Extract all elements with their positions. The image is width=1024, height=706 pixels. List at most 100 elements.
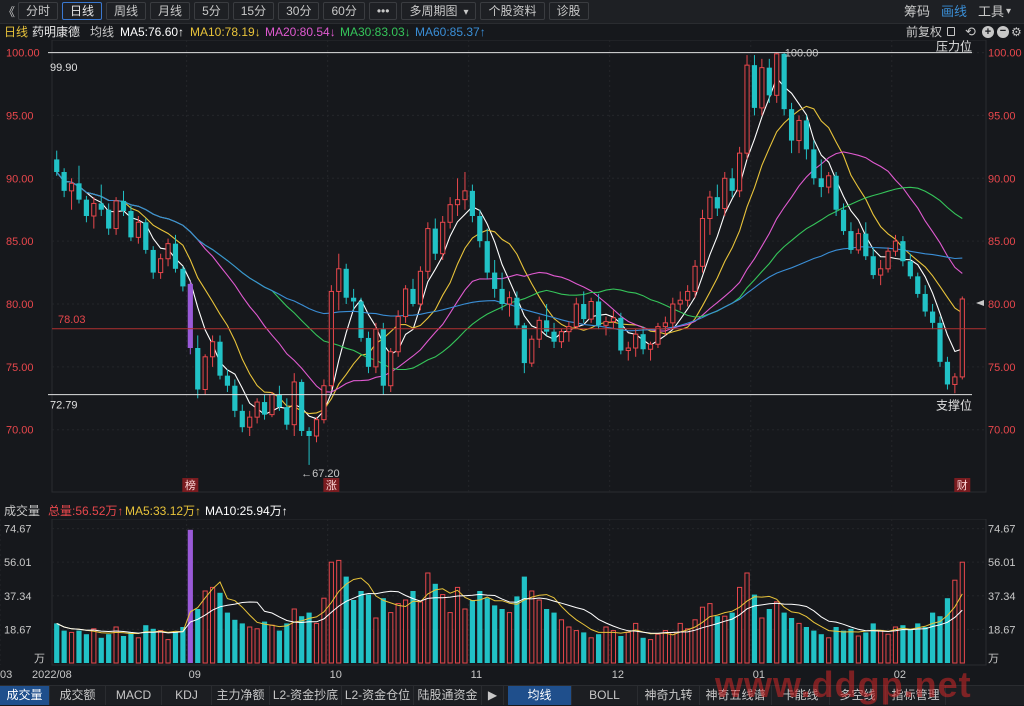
price-axis-label-right: 75.00 bbox=[988, 362, 1016, 374]
candle bbox=[284, 398, 290, 430]
volume-bar bbox=[321, 597, 327, 664]
indicator-tab[interactable]: KDJ bbox=[162, 686, 212, 705]
candle bbox=[900, 236, 906, 267]
tab-5min[interactable]: 5分 bbox=[194, 2, 229, 20]
tab-daily[interactable]: 日线 bbox=[62, 2, 103, 20]
volume-bar bbox=[180, 627, 186, 663]
volume-bar bbox=[796, 622, 802, 664]
indicator-tab[interactable]: 成交量 bbox=[0, 686, 50, 705]
marker-rise[interactable]: 涨 bbox=[323, 478, 340, 492]
marker-finance[interactable]: 财 bbox=[954, 478, 971, 492]
volume-chart[interactable]: 74.67 74.67 56.01 56.01 37.34 37.34 18.67 18.67… bbox=[0, 519, 1024, 685]
indicator-tab[interactable]: BOLL bbox=[572, 686, 638, 705]
candle bbox=[952, 373, 958, 394]
candle bbox=[855, 228, 861, 254]
stock-name[interactable]: 药明康德 bbox=[32, 24, 80, 40]
x-axis-label: 12 bbox=[612, 669, 624, 681]
candle bbox=[328, 285, 334, 390]
indicator-tab[interactable]: 主力净额 bbox=[212, 686, 270, 705]
candle bbox=[195, 335, 201, 399]
restore-right-select[interactable]: 前复权 bbox=[906, 24, 942, 40]
indicator-tab[interactable]: 均线 bbox=[508, 686, 572, 705]
volume-bar bbox=[224, 612, 231, 663]
indicator-tab[interactable]: 陆股通资金 bbox=[414, 686, 482, 705]
candle bbox=[373, 322, 379, 374]
volume-bar bbox=[766, 609, 772, 663]
marker-list[interactable]: 榜 bbox=[182, 478, 199, 492]
volume-title[interactable]: 成交量 bbox=[4, 503, 40, 519]
candle bbox=[870, 247, 876, 279]
support-value: 72.79 bbox=[50, 400, 78, 412]
draw-button[interactable]: 画线 bbox=[941, 0, 967, 24]
volume-ma5: MA5:33.12万↑ bbox=[125, 504, 202, 518]
indicator-tab[interactable]: 成交额 bbox=[50, 686, 106, 705]
candle bbox=[929, 304, 936, 330]
volume-ma10: MA10:25.94万↑ bbox=[205, 504, 288, 518]
tab-30min[interactable]: 30分 bbox=[278, 2, 320, 20]
candle bbox=[729, 168, 735, 198]
tools-button[interactable]: 工具 bbox=[978, 0, 1004, 24]
volume-bar bbox=[135, 637, 141, 664]
candle bbox=[863, 222, 869, 260]
tab-weekly[interactable]: 周线 bbox=[106, 2, 147, 20]
volume-total: 总量:56.52万↑ bbox=[48, 504, 124, 518]
volume-bar bbox=[521, 576, 527, 663]
candle bbox=[209, 335, 216, 367]
tab-intraday[interactable]: 分时 bbox=[18, 2, 59, 20]
indicator-tab[interactable]: L2-资金仓位 bbox=[342, 686, 414, 705]
volume-bar bbox=[662, 630, 668, 664]
scroll-right-icon[interactable]: ▶ bbox=[482, 686, 504, 705]
candle bbox=[410, 278, 416, 307]
indicator-tab[interactable]: 神奇九转 bbox=[638, 686, 700, 705]
multi-period-button[interactable]: 多周期图 ▾ bbox=[401, 2, 477, 20]
volume-bar bbox=[848, 628, 854, 663]
tab-monthly[interactable]: 月线 bbox=[150, 2, 191, 20]
tab-15min[interactable]: 15分 bbox=[232, 2, 275, 20]
chips-button[interactable]: 筹码 bbox=[904, 0, 930, 24]
volume-bar bbox=[195, 609, 201, 663]
volume-bar bbox=[261, 621, 268, 663]
candle bbox=[685, 285, 691, 307]
lock-icon[interactable] bbox=[947, 27, 955, 36]
volume-bar bbox=[202, 590, 208, 664]
tab-60min[interactable]: 60分 bbox=[323, 2, 365, 20]
indicator-tab[interactable]: MACD bbox=[106, 686, 162, 705]
candle bbox=[388, 348, 394, 392]
candle bbox=[833, 172, 839, 216]
volume-bar bbox=[239, 623, 245, 663]
chevron-down-icon[interactable]: ▾ bbox=[1006, 0, 1011, 24]
volume-bar bbox=[588, 637, 594, 664]
price-pointer-icon bbox=[976, 300, 984, 306]
volume-bar bbox=[150, 628, 156, 663]
settings-icon[interactable]: ⚙ bbox=[1011, 24, 1022, 40]
candle bbox=[826, 172, 832, 194]
volume-axis-label-left: 37.34 bbox=[4, 591, 32, 603]
volume-bar bbox=[358, 591, 364, 663]
candle bbox=[803, 115, 810, 160]
candle bbox=[647, 341, 654, 361]
indicator-tab[interactable]: L2-资金抄底 bbox=[270, 686, 342, 705]
period-label: 日线 bbox=[4, 25, 29, 39]
diagnose-button[interactable]: 诊股 bbox=[548, 2, 589, 20]
indicator-type[interactable]: 均线 bbox=[90, 24, 114, 40]
undo-icon[interactable]: ⟲ bbox=[965, 24, 976, 40]
price-axis-label-left: 75.00 bbox=[6, 362, 34, 374]
stock-profile-button[interactable]: 个股资料 bbox=[480, 2, 545, 20]
volume-bar bbox=[536, 599, 542, 664]
zoom-out-icon[interactable]: − bbox=[997, 26, 1009, 38]
volume-bar bbox=[432, 583, 438, 663]
volume-bar bbox=[380, 598, 386, 663]
candle bbox=[878, 260, 884, 286]
zoom-in-icon[interactable]: + bbox=[982, 26, 994, 38]
candle bbox=[558, 329, 565, 348]
price-chart[interactable]: 100.00 100.00 95.00 95.00 90.00 90.00 85.00 85.… bbox=[0, 40, 1024, 500]
candle bbox=[662, 316, 668, 336]
volume-bar bbox=[863, 632, 869, 663]
candle bbox=[239, 404, 245, 433]
more-button[interactable]: ••• bbox=[368, 2, 398, 20]
support-label: 支撑位 bbox=[936, 398, 972, 413]
candle bbox=[425, 222, 431, 279]
volume-axis-label-right: 74.67 bbox=[988, 524, 1016, 536]
volume-bar bbox=[870, 623, 876, 663]
candle bbox=[581, 291, 587, 323]
